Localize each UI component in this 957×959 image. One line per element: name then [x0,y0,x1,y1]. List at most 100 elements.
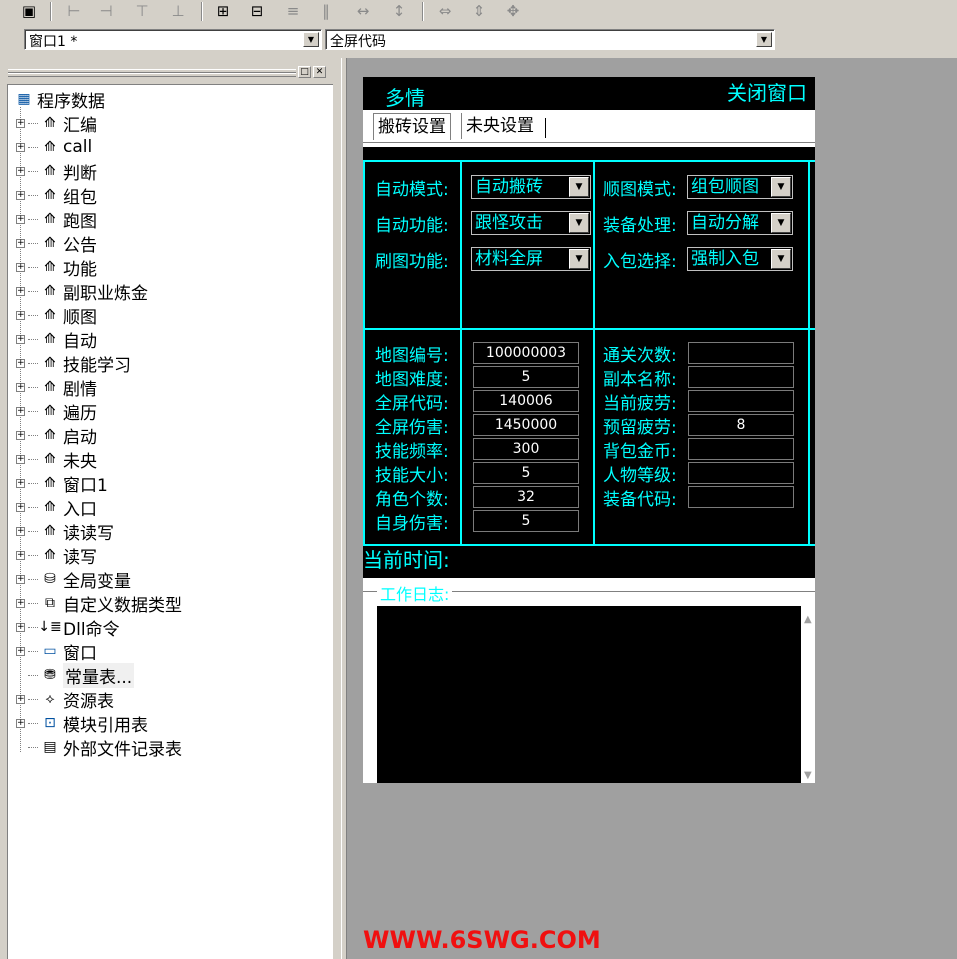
tree-item-module[interactable]: + ⟰ 判断 [16,159,97,184]
tree-item-module[interactable]: + ⟰ 顺图 [16,303,97,328]
tree-item-custom-type[interactable]: + ⧉ 自定义数据类型 [16,591,182,616]
info-value[interactable]: 32 [473,486,579,508]
align-left-icon[interactable]: ⊢ [63,1,85,21]
expand-icon[interactable]: + [16,598,25,608]
align-top-icon[interactable]: ⊤ [131,1,153,21]
expand-icon[interactable]: + [16,238,25,248]
tree-item-module[interactable]: + ⟰ 窗口1 [16,471,108,496]
window-select[interactable]: 窗口1 * ▼ [24,29,322,50]
center-v-icon[interactable]: ⊟ [246,1,268,21]
size-v-icon[interactable]: ⇕ [468,1,490,21]
expand-icon[interactable]: + [16,478,25,488]
tree-item-module[interactable]: + ⟰ 未央 [16,447,97,472]
tree-item-module[interactable]: + ⟰ 技能学习 [16,351,131,376]
expand-icon[interactable]: + [16,286,25,296]
maximize-icon[interactable]: □ [298,66,311,78]
event-select[interactable]: 全屏代码 ▼ [325,29,775,50]
align-bottom-icon[interactable]: ⊥ [167,1,189,21]
tab-brick-settings[interactable]: 搬砖设置 [373,113,451,140]
expand-icon[interactable]: + [16,142,25,152]
info-value[interactable]: 5 [473,462,579,484]
chevron-down-icon[interactable]: ▼ [569,249,589,269]
info-value[interactable]: 5 [473,510,579,532]
tree-item-ext-file[interactable]: ▤ 外部文件记录表 [16,735,182,760]
spacing-v-icon[interactable]: ↕ [388,1,410,21]
chevron-down-icon[interactable]: ▼ [756,32,772,47]
setting-select[interactable]: 材料全屏 ▼ [471,247,591,271]
expand-icon[interactable]: + [16,166,25,176]
expand-icon[interactable]: + [16,214,25,224]
tree-item-module[interactable]: + ⟰ 副职业炼金 [16,279,148,304]
tree-item-module[interactable]: + ⟰ 读读写 [16,519,114,544]
expand-icon[interactable]: + [16,262,25,272]
tree-item-module[interactable]: + ⟰ 剧情 [16,375,97,400]
tree-item-module[interactable]: + ⟰ 启动 [16,423,97,448]
center-h-icon[interactable]: ⊞ [212,1,234,21]
info-value[interactable]: 140006 [473,390,579,412]
chevron-down-icon[interactable]: ▼ [771,177,791,197]
tree-item-module[interactable]: + ⟰ 组包 [16,183,97,208]
chevron-down-icon[interactable]: ▼ [771,213,791,233]
info-value[interactable]: 8 [688,414,794,436]
info-value[interactable] [688,366,794,388]
info-value[interactable] [688,390,794,412]
setting-select[interactable]: 跟怪攻击 ▼ [471,211,591,235]
same-width-icon[interactable]: ≡ [282,1,304,21]
expand-icon[interactable]: + [16,550,25,560]
info-value[interactable]: 300 [473,438,579,460]
expand-icon[interactable]: + [16,310,25,320]
tree-item-module[interactable]: + ⟰ 公告 [16,231,97,256]
tree-item-module[interactable]: + ⟰ 功能 [16,255,97,280]
tree-item-const-table[interactable]: ⛃ 常量表... [16,662,135,688]
info-value[interactable] [688,342,794,364]
expand-icon[interactable]: + [16,718,25,728]
tree-item-module[interactable]: + ⟰ 汇编 [16,111,97,136]
tab-weiyang-settings[interactable]: 未央设置 [461,113,538,139]
grid-icon[interactable]: ▣ [18,1,40,21]
expand-icon[interactable]: + [16,406,25,416]
expand-icon[interactable]: + [16,502,25,512]
info-value[interactable]: 100000003 [473,342,579,364]
expand-icon[interactable]: + [16,694,25,704]
expand-icon[interactable]: + [16,334,25,344]
tree-root[interactable]: ▦ 程序数据 [14,87,105,112]
setting-select[interactable]: 组包顺图 ▼ [687,175,793,199]
work-log-textbox[interactable] [377,606,801,783]
expand-icon[interactable]: + [16,430,25,440]
tree-item-module-ref[interactable]: + ⊡ 模块引用表 [16,711,148,736]
info-value[interactable] [688,438,794,460]
size-h-icon[interactable]: ⇔ [434,1,456,21]
tree-item-window[interactable]: + ▭ 窗口 [16,639,97,664]
log-scrollbar[interactable]: ▲ ▼ [801,606,815,783]
info-value[interactable] [688,486,794,508]
expand-icon[interactable]: + [16,526,25,536]
expand-icon[interactable]: + [16,454,25,464]
tree-item-dll-cmd[interactable]: + ↓≣ Dll命令 [16,615,120,640]
expand-icon[interactable]: + [16,118,25,128]
tree-item-module[interactable]: + ⟰ 读写 [16,543,97,568]
expand-icon[interactable]: + [16,574,25,584]
spacing-h-icon[interactable]: ↔ [352,1,374,21]
info-value[interactable]: 1450000 [473,414,579,436]
tree-item-module[interactable]: + ⟰ 自动 [16,327,97,352]
close-icon[interactable]: ✕ [313,66,326,78]
program-tree[interactable]: ▦ 程序数据 + ⟰ 汇编 + ⟰ call + ⟰ 判断 + ⟰ 组包 + ⟰ 跑图 + ⟰ 公告 + ⟰ 功能 + ⟰ 副… [7,84,333,959]
tree-item-module[interactable]: + ⟰ call [16,135,92,159]
tree-item-module[interactable]: + ⟰ 入口 [16,495,97,520]
chevron-down-icon[interactable]: ▼ [569,213,589,233]
expand-icon[interactable]: + [16,358,25,368]
tree-item-global-var[interactable]: + ⛁ 全局变量 [16,567,131,592]
tree-item-module[interactable]: + ⟰ 跑图 [16,207,97,232]
expand-icon[interactable]: + [16,190,25,200]
chevron-down-icon[interactable]: ▼ [303,32,319,47]
expand-icon[interactable]: + [16,646,25,656]
align-right-icon[interactable]: ⊣ [95,1,117,21]
expand-icon[interactable]: + [16,622,25,632]
close-window-label[interactable]: 关闭窗口 [727,77,807,106]
tree-item-module[interactable]: + ⟰ 遍历 [16,399,97,424]
same-height-icon[interactable]: ‖ [315,1,337,21]
size-both-icon[interactable]: ✥ [502,1,524,21]
info-value[interactable] [688,462,794,484]
scroll-down-icon[interactable]: ▼ [804,770,812,781]
setting-select[interactable]: 自动分解 ▼ [687,211,793,235]
